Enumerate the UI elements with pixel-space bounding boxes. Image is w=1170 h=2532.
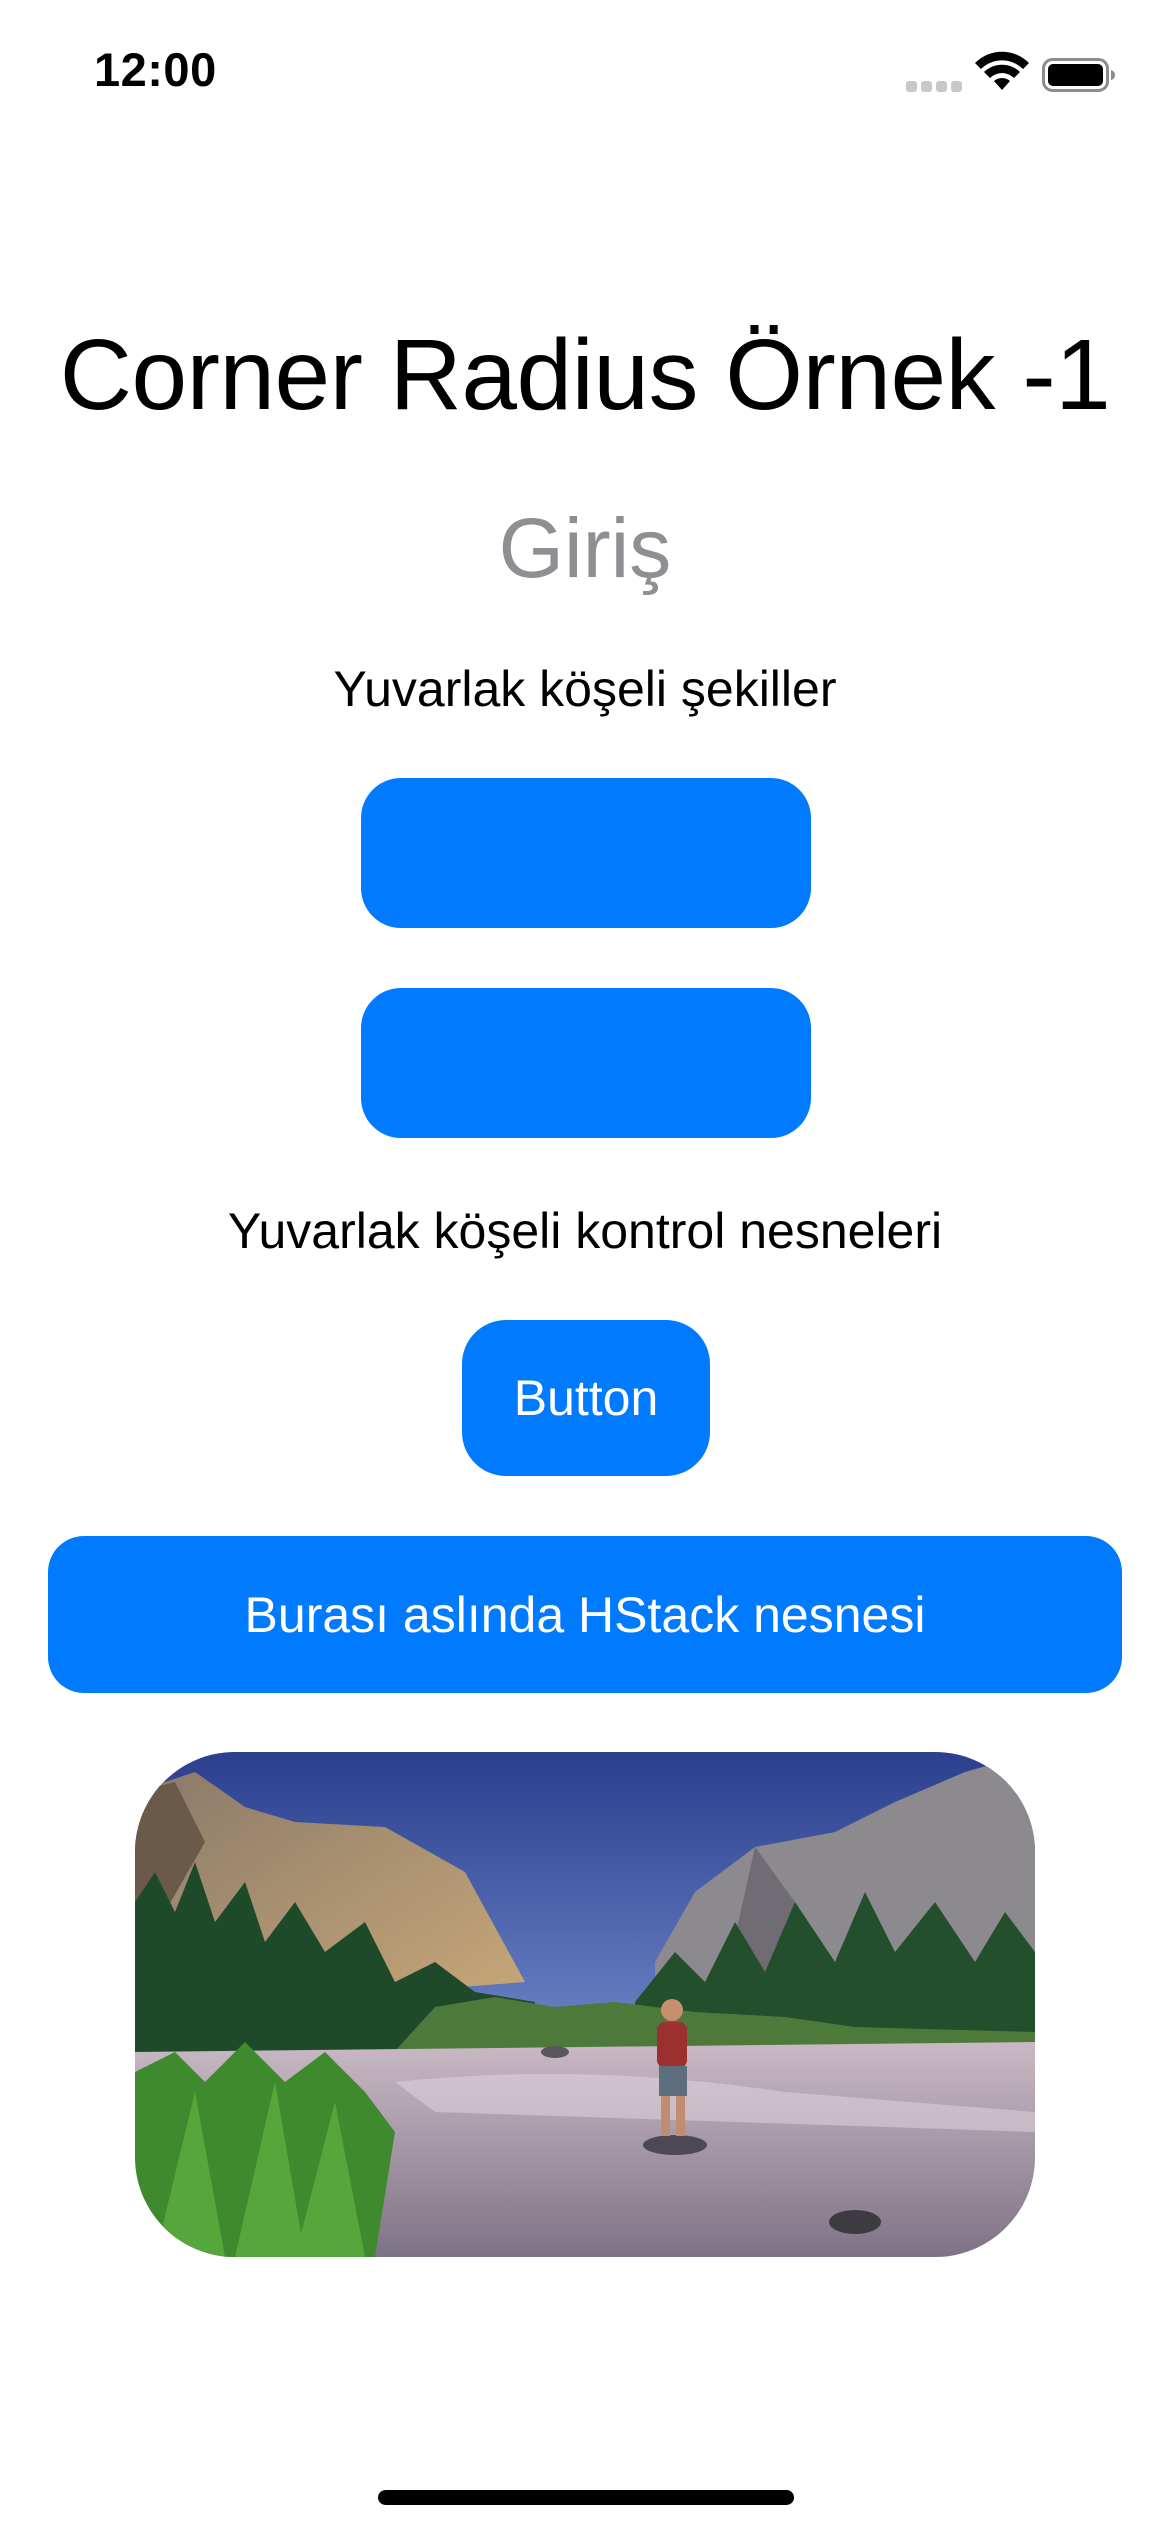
page-subtitle: Giriş <box>498 501 672 595</box>
landscape-photo <box>135 1752 1035 2257</box>
hstack-label: Burası aslında HStack nesnesi <box>244 1586 926 1643</box>
status-time: 12:00 <box>94 43 217 96</box>
landscape-image <box>135 1752 1035 2257</box>
controls-section-label: Yuvarlak köşeli kontrol nesneleri <box>227 1203 943 1259</box>
status-bar: 12:00 <box>0 0 1170 150</box>
rounded-rectangle-2 <box>361 988 811 1138</box>
rounded-button[interactable]: Button <box>462 1320 710 1476</box>
shapes-section-label: Yuvarlak köşeli şekiller <box>333 661 837 717</box>
home-indicator[interactable] <box>378 2490 794 2505</box>
hstack-banner: Burası aslında HStack nesnesi <box>48 1536 1122 1693</box>
wifi-icon <box>975 51 1029 90</box>
cellular-signal-icon <box>906 78 964 92</box>
rounded-rectangle-1 <box>361 778 811 928</box>
page-title: Corner Radius Örnek -1 <box>59 319 1111 431</box>
battery-icon <box>1042 58 1115 92</box>
